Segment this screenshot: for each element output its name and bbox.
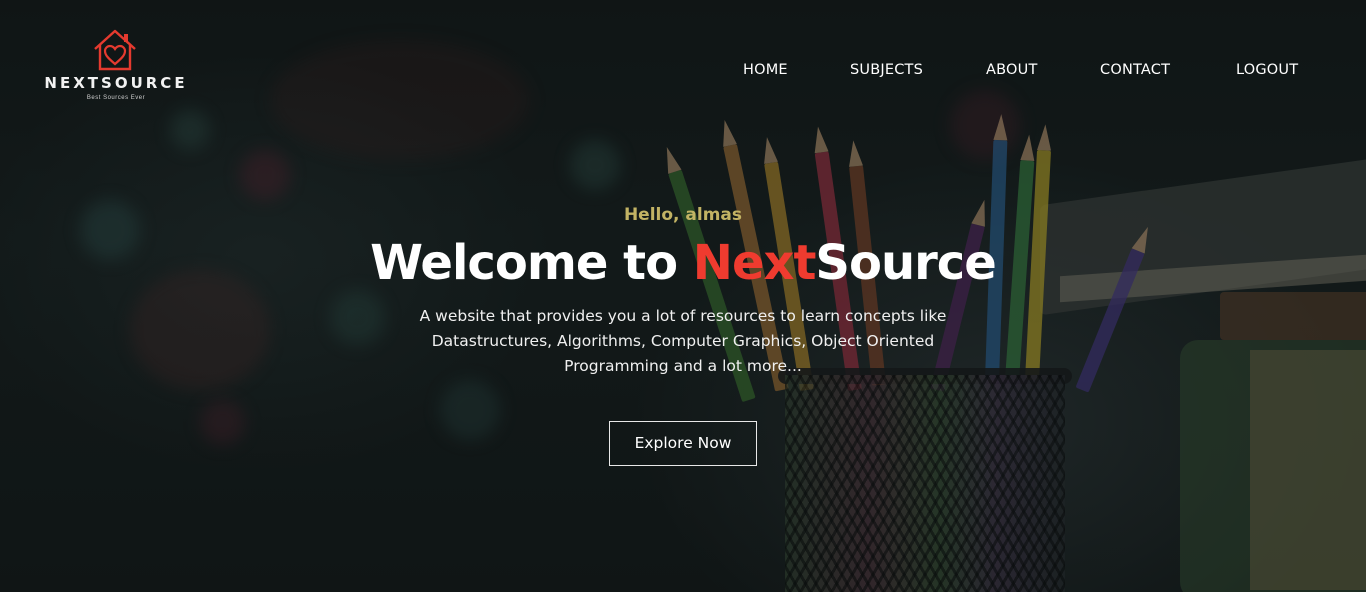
nav-about-link[interactable]: ABOUT	[986, 62, 1038, 78]
nav-logout-link[interactable]: LOGOUT	[1236, 62, 1298, 78]
nav-subjects-link[interactable]: SUBJECTS	[850, 62, 923, 78]
hero-title-suffix: Source	[815, 235, 996, 291]
hero-title-prefix: Welcome to	[370, 235, 693, 291]
hero-title: Welcome to NextSource	[283, 234, 1083, 292]
hero-description: A website that provides you a lot of res…	[419, 307, 947, 375]
main-navigation: HOME SUBJECTS ABOUT CONTACT LOGOUT	[0, 62, 1366, 82]
nav-home-link[interactable]: HOME	[743, 62, 788, 78]
greeting-text: Hello, almas	[623, 205, 743, 225]
explore-now-button[interactable]: Explore Now	[609, 421, 757, 466]
hero-content: Hello, almas Welcome to NextSource A web…	[283, 200, 1083, 379]
brand-tagline: Best Sources Ever	[86, 95, 146, 101]
nav-contact-link[interactable]: CONTACT	[1100, 62, 1170, 78]
hero-title-accent: Next	[692, 235, 817, 291]
